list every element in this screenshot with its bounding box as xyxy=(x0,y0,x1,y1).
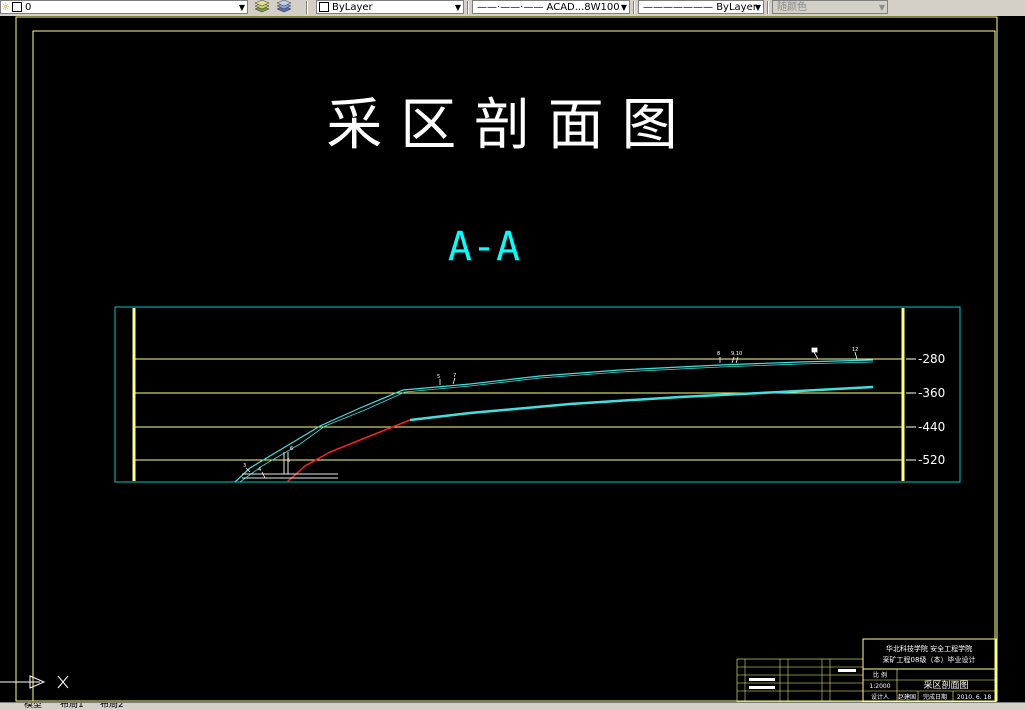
upper-coal-seam xyxy=(234,359,874,483)
survey-point-labels: 8 9,10 5 7 12 3 4 5 6 xyxy=(243,347,858,473)
lineweight-dropdown[interactable]: ——————— ByLayer ▼ xyxy=(638,0,764,14)
drawing-canvas[interactable]: 采 区 剖 面 图 A-A -280 -360 -440 -520 8 9,10… xyxy=(0,16,1025,702)
elevation-ticks xyxy=(906,358,916,461)
cad-drawing: 采 区 剖 面 图 A-A -280 -360 -440 -520 8 9,10… xyxy=(0,16,998,702)
drawing-title: 采 区 剖 面 图 xyxy=(326,93,677,158)
lineweight-preview: ——————— xyxy=(643,2,717,13)
finish-date: 2010. 6. 18 xyxy=(957,694,992,701)
point-label: 8 xyxy=(717,351,720,357)
school-line-1: 华北科技学院 安全工程学院 xyxy=(886,644,972,653)
title-block: 华北科技学院 安全工程学院 采矿工程08级（本）毕业设计 比 例 1:2000 … xyxy=(736,638,997,702)
chevron-down-icon: ▼ xyxy=(238,3,245,12)
point-label: 3 xyxy=(243,463,246,469)
toolbar-separator xyxy=(633,1,635,14)
point-label: 9,10 xyxy=(731,351,742,357)
plotstyle-dropdown: 随颜色 ▼ xyxy=(772,0,888,14)
lower-coal-seam xyxy=(409,385,874,422)
layer-value: 0 xyxy=(24,2,32,13)
survey-point-markers xyxy=(245,347,858,479)
inclined-roadway xyxy=(286,419,411,483)
section-label: A-A xyxy=(448,224,520,270)
chevron-down-icon: ▼ xyxy=(878,3,885,12)
color-swatch xyxy=(319,2,329,12)
ucs-icon xyxy=(0,675,69,689)
point-label: 6 xyxy=(290,446,293,452)
layer-previous-icon[interactable] xyxy=(276,0,292,14)
toolbar-separator xyxy=(467,1,469,14)
point-label: 4 xyxy=(258,467,261,473)
upper-coal-seam-floor xyxy=(239,361,874,483)
school-line-2: 采矿工程08级（本）毕业设计 xyxy=(883,655,976,664)
linetype-preview: ——·——·—— xyxy=(477,2,547,13)
linetype-dropdown[interactable]: ——·——·—— ACAD...8W100 ▼ xyxy=(472,0,630,14)
point-label: 5 xyxy=(287,458,290,464)
toolbar-separator xyxy=(306,1,308,14)
plotstyle-value: 随颜色 xyxy=(777,2,807,13)
designer-label: 设计人 xyxy=(871,693,889,701)
point-label: 5 xyxy=(437,374,440,380)
title-block-school-box xyxy=(862,638,997,670)
toolbar-separator xyxy=(767,1,769,14)
scale-value: 1:2000 xyxy=(869,683,890,690)
elevation-label: -440 xyxy=(918,420,945,434)
layer-color-swatch xyxy=(11,2,22,12)
make-object-layer-current-icon[interactable] xyxy=(254,0,270,14)
point-label: 7 xyxy=(453,373,456,379)
lineweight-value: ByLayer xyxy=(716,2,757,13)
point-label: 12 xyxy=(852,347,858,353)
section-box xyxy=(114,306,961,483)
chevron-down-icon: ▼ xyxy=(454,3,461,12)
designer-name: 赵建国 xyxy=(898,693,916,701)
linetype-value: ACAD...8W100 xyxy=(546,2,620,13)
elevation-label: -360 xyxy=(918,386,945,400)
color-value: ByLayer xyxy=(332,2,373,13)
layer-state-icons: ☼ xyxy=(1,2,10,13)
properties-toolbar: ☼ 0 ▼ ByLayer ▼ ——·——·—— ACAD...8W100 ▼ —… xyxy=(0,0,1025,17)
chevron-down-icon: ▼ xyxy=(754,3,761,12)
chevron-down-icon: ▼ xyxy=(620,3,627,12)
layer-dropdown[interactable]: ☼ 0 ▼ xyxy=(0,0,248,14)
drawing-name: 采区剖面图 xyxy=(923,679,968,691)
revision-table-fills xyxy=(749,669,856,689)
color-dropdown[interactable]: ByLayer ▼ xyxy=(316,0,464,14)
finish-label: 完成日期 xyxy=(923,693,947,701)
elevation-label: -520 xyxy=(918,453,945,467)
scale-label: 比 例 xyxy=(873,671,887,679)
elevation-label: -280 xyxy=(918,352,945,366)
